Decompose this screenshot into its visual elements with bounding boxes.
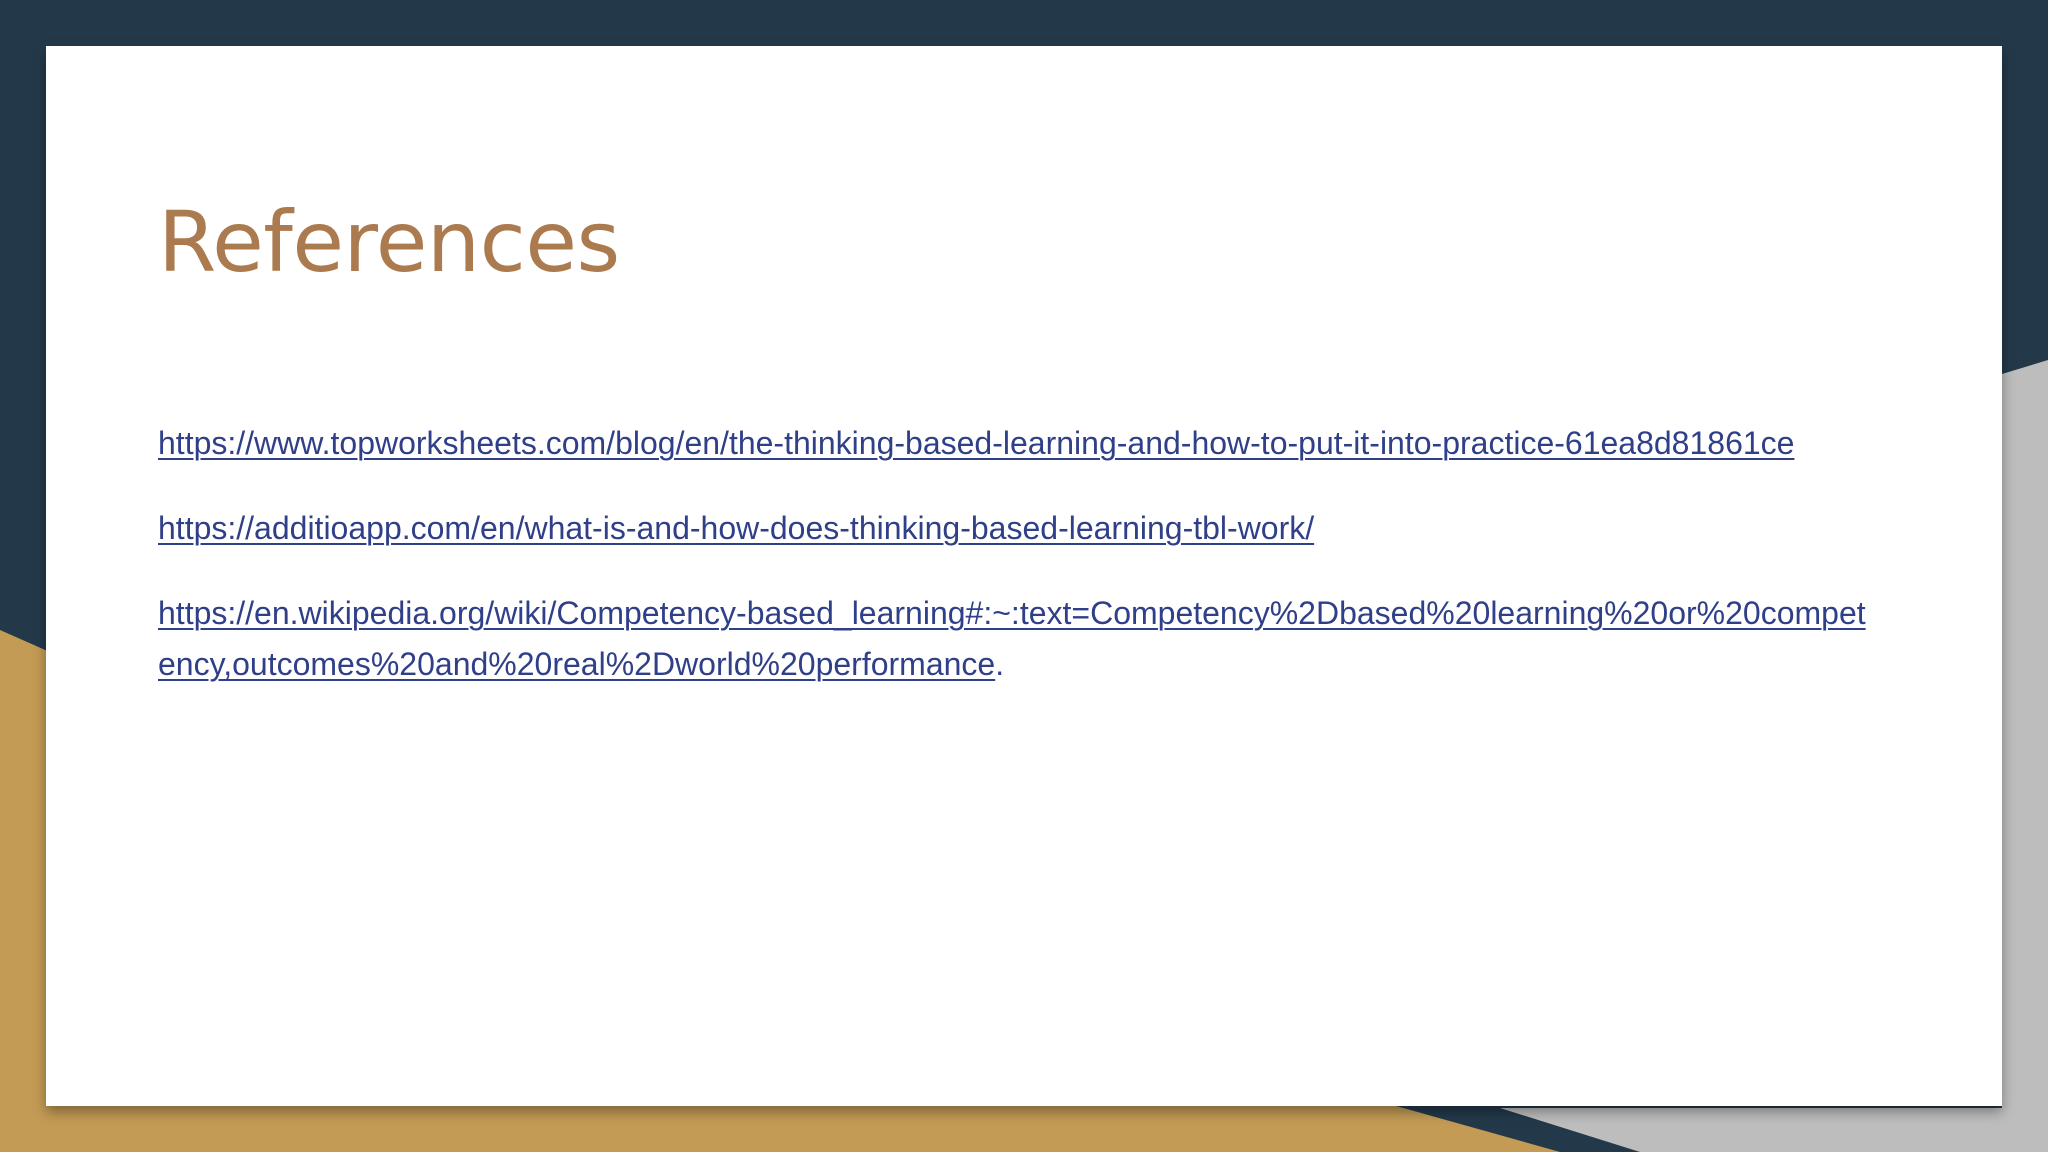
reference-suffix: . [995, 646, 1005, 682]
reference-item: https://en.wikipedia.org/wiki/Competency… [158, 588, 1878, 690]
references-list: https://www.topworksheets.com/blog/en/th… [158, 418, 1878, 724]
reference-link-additioapp[interactable]: https://additioapp.com/en/what-is-and-ho… [158, 510, 1314, 546]
reference-link-wikipedia[interactable]: https://en.wikipedia.org/wiki/Competency… [158, 595, 1866, 682]
reference-item: https://www.topworksheets.com/blog/en/th… [158, 418, 1878, 469]
slide-title: References [158, 193, 620, 291]
reference-link-topworksheets[interactable]: https://www.topworksheets.com/blog/en/th… [158, 425, 1794, 461]
reference-item: https://additioapp.com/en/what-is-and-ho… [158, 503, 1878, 554]
